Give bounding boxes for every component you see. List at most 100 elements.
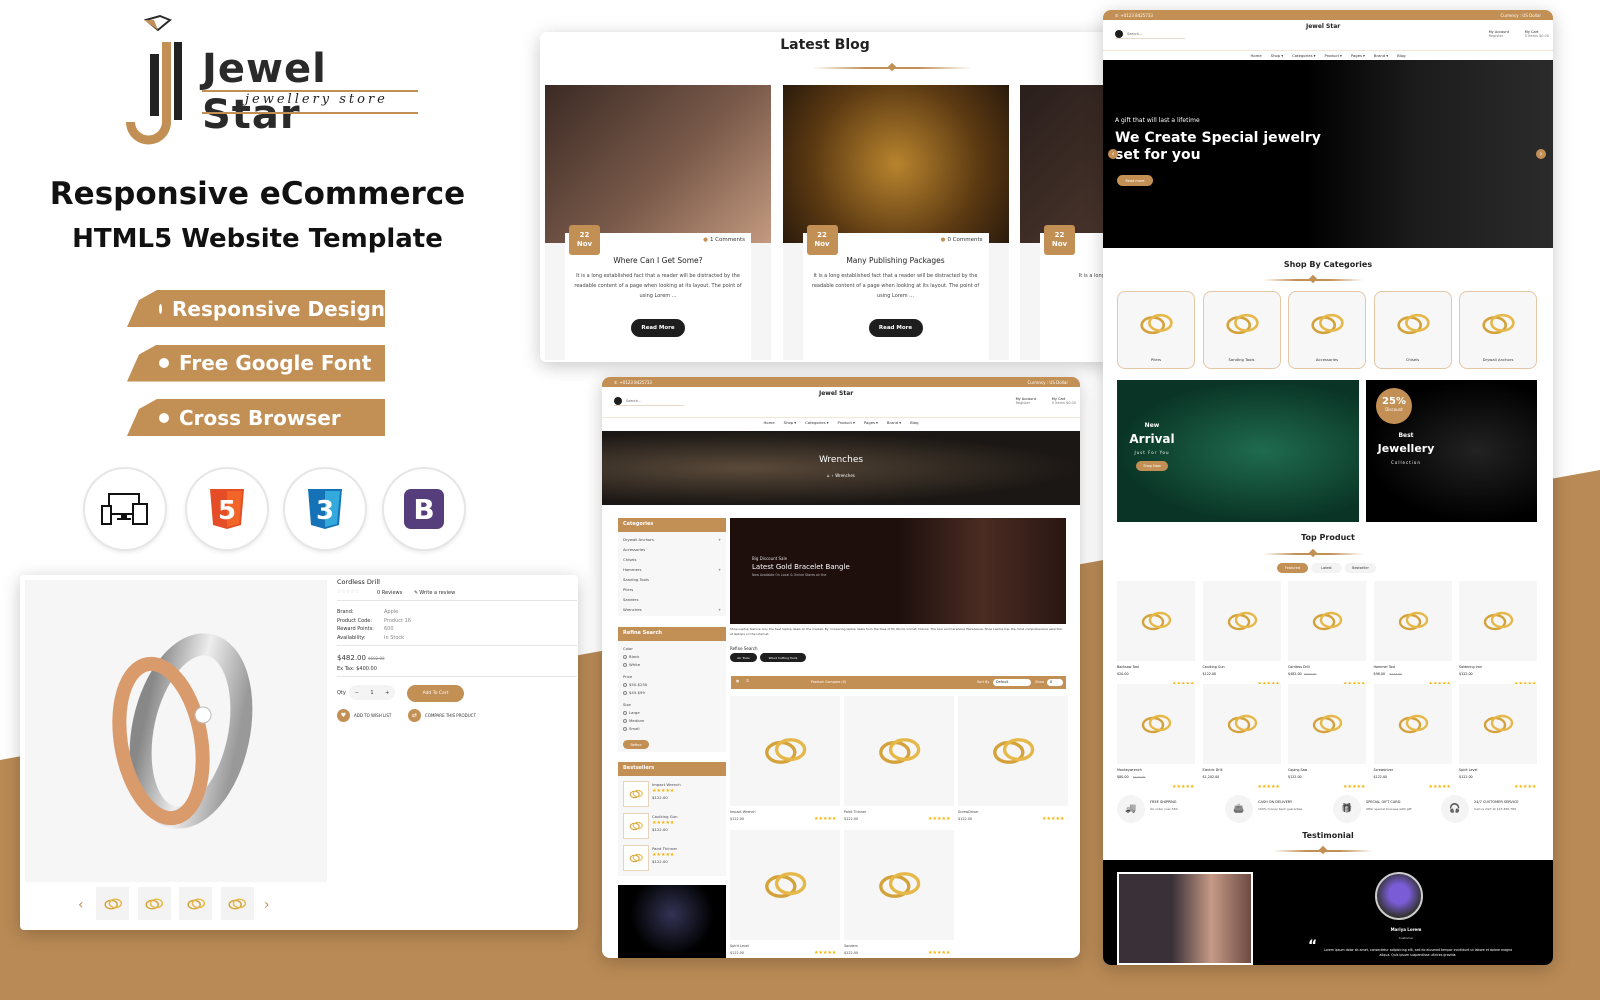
nav-item[interactable]: Home <box>1250 53 1261 58</box>
nav-item[interactable]: Product ▾ <box>838 420 855 425</box>
blog-post-title[interactable]: Where Can I Get Some? <box>565 256 751 265</box>
nav-item[interactable]: Pages ▾ <box>864 420 878 425</box>
product-name[interactable]: ScrewDriver <box>958 810 979 814</box>
promo-banner[interactable]: Big Discount Sale Latest Gold Bracelet Ba… <box>730 518 1066 624</box>
comments-link[interactable]: ● 0 Comments <box>941 237 983 243</box>
nav-item[interactable]: Categories ▾ <box>805 420 828 425</box>
bestseller-name[interactable]: Caulking Gun <box>652 814 677 819</box>
product-image[interactable] <box>1373 684 1452 764</box>
product-name[interactable]: Paint Thinner <box>844 810 866 814</box>
product-image[interactable] <box>1288 684 1366 764</box>
product-thumbnail[interactable] <box>96 887 129 920</box>
nav-item[interactable]: Shop ▾ <box>784 420 796 425</box>
product-name[interactable]: Cordless Drill <box>1288 665 1310 669</box>
category-card[interactable]: Chisels <box>1373 291 1452 369</box>
nav-item[interactable]: Brand ▾ <box>1374 53 1388 58</box>
qty-input[interactable]: 1 <box>370 690 373 696</box>
hero-read-more-button[interactable]: Read more <box>1117 175 1153 186</box>
product-image[interactable] <box>730 696 840 806</box>
grid-view-icon[interactable]: ▦ <box>736 679 739 683</box>
qty-decrease-button[interactable]: − <box>355 690 359 696</box>
thumbnail-prev-arrow[interactable]: ‹ <box>78 897 84 913</box>
nav-item[interactable]: Brand ▾ <box>887 420 901 425</box>
breadcrumb-current[interactable]: Wrenches <box>835 473 855 478</box>
filter-checkbox[interactable]: White <box>623 662 640 667</box>
product-image[interactable] <box>1117 684 1195 764</box>
product-tab[interactable]: Latest <box>1311 563 1342 573</box>
thumbnail-next-arrow[interactable]: › <box>264 897 270 913</box>
category-link[interactable]: Wrenches <box>623 607 642 612</box>
sort-select[interactable]: Default <box>993 679 1031 686</box>
slider-next-arrow[interactable]: › <box>1536 149 1546 159</box>
product-name[interactable]: Coping Saw <box>1288 768 1307 772</box>
bestseller-name[interactable]: Impact Wrench <box>652 782 681 787</box>
currency-selector[interactable]: Currency : US Dollar <box>1028 380 1069 385</box>
category-card[interactable]: Accessories <box>1288 291 1366 369</box>
category-link[interactable]: Chisels <box>623 557 636 562</box>
expand-icon[interactable]: + <box>718 537 721 542</box>
currency-selector[interactable]: Currency : US Dollar <box>1501 13 1542 18</box>
write-review-link[interactable]: ✎ Write a review <box>414 590 455 596</box>
nav-item[interactable]: Blog <box>910 420 918 425</box>
category-card[interactable]: Sanding Tools <box>1202 291 1281 369</box>
product-name[interactable]: Screwdriver <box>1374 768 1394 772</box>
header-logo[interactable]: Jewel Star <box>1306 23 1340 30</box>
product-name[interactable]: Soldering Iron <box>1459 665 1482 669</box>
refine-chip[interactable]: Wood Cutting Tools <box>760 653 806 662</box>
filter-checkbox[interactable]: Black <box>623 654 639 659</box>
nav-item[interactable]: Pages ▾ <box>1351 53 1365 58</box>
header-logo[interactable]: Jewel Star <box>819 390 853 397</box>
product-name[interactable]: Backsaw Tool <box>1117 665 1139 669</box>
shop-now-button[interactable]: Shop Now <box>1136 461 1168 471</box>
product-image[interactable] <box>1373 581 1452 661</box>
nav-item[interactable]: Blog <box>1397 53 1405 58</box>
product-name[interactable]: Impact Wrench <box>730 810 756 814</box>
my-account-link[interactable]: My Account Register <box>1489 30 1509 38</box>
slider-prev-arrow[interactable]: ‹ <box>1108 149 1118 159</box>
filter-checkbox[interactable]: Large <box>623 710 640 715</box>
product-name[interactable]: Electric Drill <box>1203 768 1223 772</box>
category-link[interactable]: Sanders <box>623 597 638 602</box>
product-name[interactable]: Spirit Level <box>1459 768 1477 772</box>
category-link[interactable]: Pliers <box>623 587 633 592</box>
product-name[interactable]: Sanders <box>844 944 858 948</box>
product-image[interactable] <box>1459 581 1537 661</box>
product-image[interactable] <box>1288 581 1366 661</box>
heart-icon[interactable]: ♥ <box>337 709 350 722</box>
my-account-link[interactable]: My Account Register <box>1016 397 1036 405</box>
product-image[interactable] <box>844 696 954 806</box>
compare-icon[interactable]: ⇄ <box>408 709 421 722</box>
filter-checkbox[interactable]: $50-$250 <box>623 682 647 687</box>
category-link[interactable]: Sanding Tools <box>623 577 649 582</box>
filter-checkbox[interactable]: $45-$99 <box>623 690 645 695</box>
product-image[interactable] <box>1202 581 1281 661</box>
show-select[interactable]: 8 <box>1047 679 1063 686</box>
filter-checkbox[interactable]: Small <box>623 726 640 731</box>
compare-product-link[interactable]: COMPARE THIS PRODUCT <box>425 713 476 718</box>
home-icon[interactable]: ⌂ <box>827 473 830 478</box>
category-link[interactable]: Hammers <box>623 567 641 572</box>
add-to-wishlist-link[interactable]: ADD TO WISH LIST <box>354 713 391 718</box>
product-image[interactable] <box>730 830 840 940</box>
product-tab[interactable]: Featured <box>1277 563 1308 573</box>
product-thumbnail[interactable] <box>137 887 171 920</box>
product-name[interactable]: Hammer Tool <box>1374 665 1396 669</box>
product-tab[interactable]: Bestseller <box>1345 563 1376 573</box>
search-input[interactable]: Search... <box>614 397 684 406</box>
product-image[interactable] <box>1117 581 1195 661</box>
nav-item[interactable]: Product ▾ <box>1325 53 1342 58</box>
category-link[interactable]: Accessories <box>623 547 645 552</box>
bestseller-name[interactable]: Paint Thinner <box>652 846 677 851</box>
my-cart-link[interactable]: My Cart 0 items $0.00 <box>1525 30 1549 38</box>
product-image[interactable] <box>1459 684 1537 764</box>
register-link[interactable]: Register <box>1016 401 1036 405</box>
bestseller-image[interactable] <box>623 845 649 871</box>
bestseller-image[interactable] <box>623 813 649 839</box>
product-image[interactable] <box>844 830 954 940</box>
product-image[interactable] <box>1202 684 1281 764</box>
reviews-count[interactable]: 0 Reviews <box>377 590 402 596</box>
read-more-button[interactable]: Read More <box>868 319 923 337</box>
product-compare-link[interactable]: Product Compare (0) <box>811 680 846 684</box>
list-view-icon[interactable]: ☰ <box>746 679 749 683</box>
new-arrival-banner[interactable]: New Arrival Just For You Shop Now <box>1117 380 1359 522</box>
